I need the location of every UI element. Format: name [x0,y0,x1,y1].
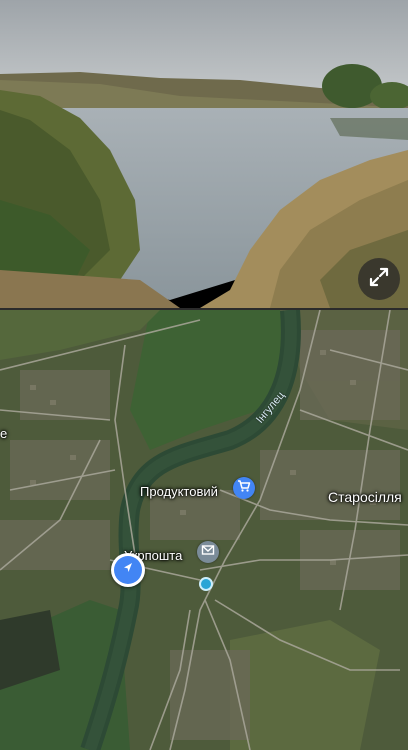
place-label-partial[interactable]: е [0,426,7,441]
street-view-photo[interactable] [0,0,408,308]
river-landscape-image [0,0,408,308]
satellite-map[interactable]: Інгулец е Продуктовий Старосілля Укрпошт… [0,310,408,750]
place-label-starosillia[interactable]: Старосілля [328,489,402,505]
satellite-imagery [0,310,408,750]
post-office-pin[interactable] [197,541,219,563]
street-view-position-dot[interactable] [199,577,213,591]
location-marker-fill [114,556,142,584]
shopping-cart-icon [237,479,251,498]
mail-icon [201,543,215,562]
shop-pin[interactable] [233,477,255,499]
place-label-produktovyi[interactable]: Продуктовий [140,484,218,499]
fullscreen-button[interactable] [358,258,400,300]
current-location-marker[interactable] [111,553,145,587]
navigation-arrow-icon [120,560,136,581]
expand-icon [368,266,390,293]
